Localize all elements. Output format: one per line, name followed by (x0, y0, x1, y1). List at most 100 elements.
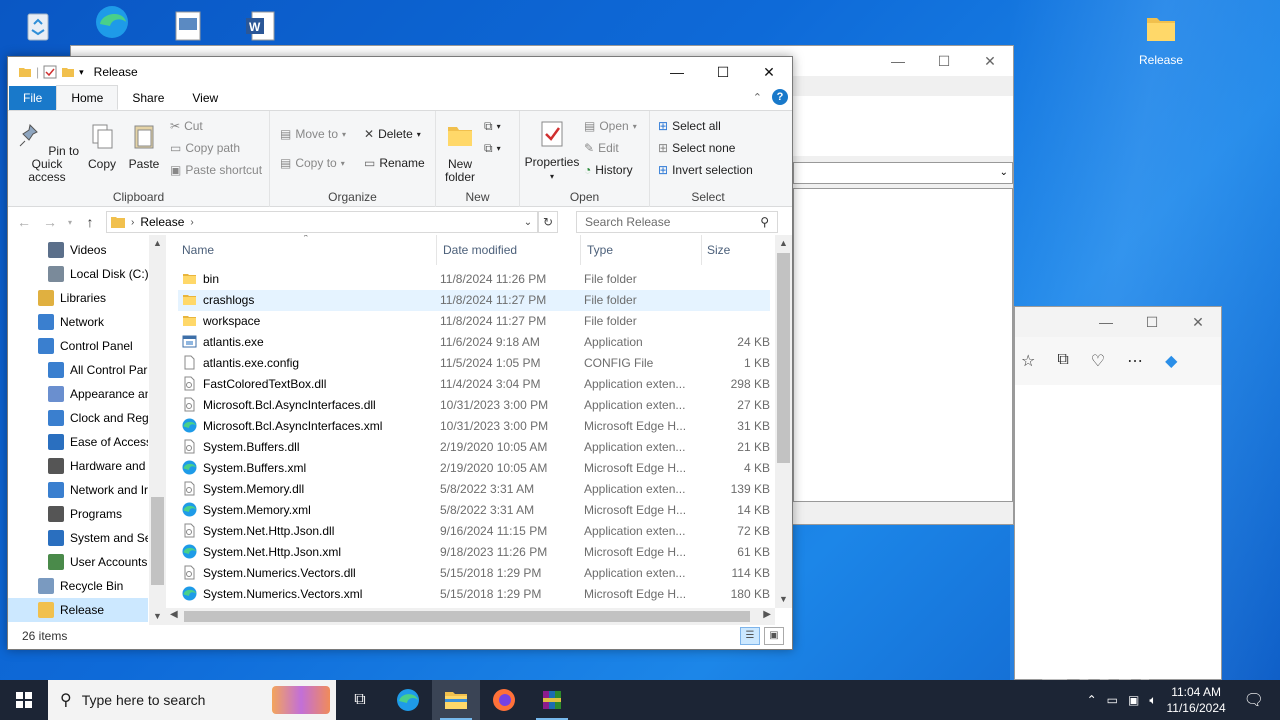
cut-button[interactable]: ✂ Cut (170, 119, 203, 133)
nav-item[interactable]: Control Panel (8, 334, 148, 358)
file-explorer-taskbar-icon[interactable] (432, 680, 480, 720)
nav-item[interactable]: Appearance an (8, 382, 148, 406)
network-icon[interactable]: ▣ (1128, 693, 1139, 707)
easy-access-button[interactable]: ⧉ ▾ (484, 141, 501, 156)
minimize-button[interactable]: — (654, 57, 700, 87)
file-row[interactable]: System.Buffers.dll 2/19/2020 10:05 AM Appl… (178, 437, 770, 458)
show-hidden-icons-icon[interactable]: ⌃ (1087, 693, 1097, 707)
file-row[interactable]: System.Memory.dll 5/8/2022 3:31 AM Applica… (178, 479, 770, 500)
performance-icon[interactable]: ♡ (1091, 351, 1105, 371)
copilot-icon[interactable]: ◆ (1165, 351, 1177, 371)
column-date-modified[interactable]: Date modified (443, 243, 517, 257)
file-explorer-window[interactable]: | ▾ Release — ☐ ✕ File Home Share View ⌃… (7, 56, 793, 650)
close-button[interactable]: ✕ (746, 57, 792, 87)
new-folder-button[interactable]: New folder (440, 121, 480, 184)
nav-item[interactable]: Hardware and (8, 454, 148, 478)
recent-locations-icon[interactable]: ▾ (66, 218, 74, 227)
clock[interactable]: 11:04 AM 11/16/2024 (1167, 684, 1226, 716)
file-row[interactable]: System.Memory.xml 5/8/2022 3:31 AM Microso… (178, 500, 770, 521)
file-row[interactable]: workspace 11/8/2024 11:27 PM File folder (178, 311, 770, 332)
select-none-button[interactable]: ⊞ Select none (658, 141, 735, 155)
title-bar[interactable]: | ▾ Release — ☐ ✕ (8, 57, 792, 87)
notifications-icon[interactable]: 🗨︎ (1244, 690, 1264, 710)
nav-item[interactable]: Local Disk (C:) (8, 262, 148, 286)
open-button[interactable]: ▤ Open ▾ (584, 119, 637, 133)
maximize-button[interactable]: ☐ (700, 57, 746, 87)
nav-item[interactable]: Libraries (8, 286, 148, 310)
tab-view[interactable]: View (178, 86, 232, 110)
help-icon[interactable]: ? (772, 89, 788, 105)
file-row[interactable]: System.Numerics.Vectors.xml 5/15/2018 1:2… (178, 584, 770, 605)
firefox-taskbar-icon[interactable] (480, 680, 528, 720)
nav-item[interactable]: Videos (8, 238, 148, 262)
collapse-ribbon-icon[interactable]: ⌃ (753, 91, 762, 104)
refresh-icon[interactable]: ↻ (538, 211, 558, 233)
nav-item[interactable]: Ease of Access (8, 430, 148, 454)
tab-home[interactable]: Home (56, 85, 119, 110)
start-button[interactable] (0, 680, 48, 720)
up-arrow-icon[interactable]: ↑ (80, 214, 100, 230)
horizontal-scroll-thumb[interactable] (184, 611, 750, 622)
taskbar-search-box[interactable]: ⚲ Type here to search (48, 680, 336, 720)
file-row[interactable]: System.Net.Http.Json.xml 9/18/2023 11:26 … (178, 542, 770, 563)
maximize-icon[interactable]: ☐ (1129, 314, 1175, 331)
file-row[interactable]: System.Net.Http.Json.dll 9/16/2024 11:15 … (178, 521, 770, 542)
tab-share[interactable]: Share (118, 86, 178, 110)
nav-scroll-thumb[interactable] (151, 497, 164, 585)
search-input[interactable]: Search Release ⚲ (576, 211, 778, 233)
new-folder-icon[interactable] (61, 65, 75, 79)
collections-icon[interactable]: ⧉ (1057, 351, 1068, 371)
volume-icon[interactable]: 🔈︎ (1149, 693, 1156, 708)
breadcrumb-separator-icon[interactable]: › (190, 217, 193, 228)
details-view-icon[interactable]: ☰ (740, 627, 760, 645)
paste-button[interactable]: Paste (126, 121, 162, 171)
close-icon[interactable]: ✕ (1175, 314, 1221, 331)
file-row[interactable]: crashlogs 11/8/2024 11:27 PM File folder (178, 290, 770, 311)
nav-item[interactable]: All Control Par (8, 358, 148, 382)
dropdown-chevron-icon[interactable]: ⌄ (793, 162, 1013, 184)
column-size[interactable]: Size (707, 243, 730, 257)
file-row[interactable]: atlantis.exe.config 11/5/2024 1:05 PM CONF… (178, 353, 770, 374)
task-view-icon[interactable]: ⧉ (336, 680, 384, 720)
pin-to-quick-access-button[interactable]: Pin to Quick access (12, 121, 82, 184)
file-row[interactable]: atlantis.exe 11/6/2024 9:18 AM Application… (178, 332, 770, 353)
nav-item[interactable]: Programs (8, 502, 148, 526)
edit-button[interactable]: ✎ Edit (584, 141, 619, 155)
large-icons-view-icon[interactable]: ▣ (764, 627, 784, 645)
favorites-icon[interactable]: ☆ (1021, 351, 1035, 371)
copy-to-button[interactable]: ▤ Copy to ▾ (280, 156, 345, 170)
qat-dropdown-icon[interactable]: ▾ (79, 67, 84, 78)
invert-selection-button[interactable]: ⊞ Invert selection (658, 163, 753, 177)
winrar-taskbar-icon[interactable] (528, 680, 576, 720)
nav-item[interactable]: Network (8, 310, 148, 334)
more-options-icon[interactable]: ⋯ (1127, 351, 1143, 371)
nav-scrollbar[interactable]: ▲ ▼ (149, 235, 166, 625)
paste-shortcut-button[interactable]: ▣ Paste shortcut (170, 163, 262, 177)
copy-path-button[interactable]: ▭ Copy path (170, 141, 240, 155)
scroll-down-icon[interactable]: ▼ (775, 591, 792, 608)
copy-button[interactable]: Copy (84, 121, 120, 171)
scroll-right-icon[interactable]: ▶ (763, 609, 771, 620)
history-button[interactable]: ◔ History (584, 163, 633, 177)
desktop-recycle-bin-icon[interactable] (8, 8, 68, 51)
address-bar[interactable]: › Release › ⌄ (106, 211, 538, 233)
nav-item[interactable]: System and Sec (8, 526, 148, 550)
move-to-button[interactable]: ▤ Move to ▾ (280, 127, 346, 141)
file-row[interactable]: Microsoft.Bcl.AsyncInterfaces.dll 10/31/2… (178, 395, 770, 416)
scroll-up-icon[interactable]: ▲ (149, 235, 166, 252)
nav-item[interactable]: Recycle Bin (8, 574, 148, 598)
file-row[interactable]: FastColoredTextBox.dll 11/4/2024 3:04 PM A… (178, 374, 770, 395)
file-scrollbar[interactable]: ▲ ▼ (775, 235, 792, 608)
breadcrumb-release[interactable]: Release (140, 215, 184, 229)
minimize-icon[interactable]: — (875, 53, 921, 69)
new-item-button[interactable]: ⧉ ▾ (484, 119, 501, 134)
column-type[interactable]: Type (587, 243, 613, 257)
file-row[interactable]: Microsoft.Bcl.AsyncInterfaces.xml 10/31/2… (178, 416, 770, 437)
file-row[interactable]: System.Numerics.Vectors.dll 5/15/2018 1:2… (178, 563, 770, 584)
maximize-icon[interactable]: ☐ (921, 53, 967, 70)
rename-button[interactable]: ▭ Rename (364, 156, 425, 170)
nav-item[interactable]: Network and Ir (8, 478, 148, 502)
back-arrow-icon[interactable]: ← (14, 214, 34, 230)
file-row[interactable]: System.Buffers.xml 2/19/2020 10:05 AM Micr… (178, 458, 770, 479)
file-row[interactable]: bin 11/8/2024 11:26 PM File folder (178, 269, 770, 290)
